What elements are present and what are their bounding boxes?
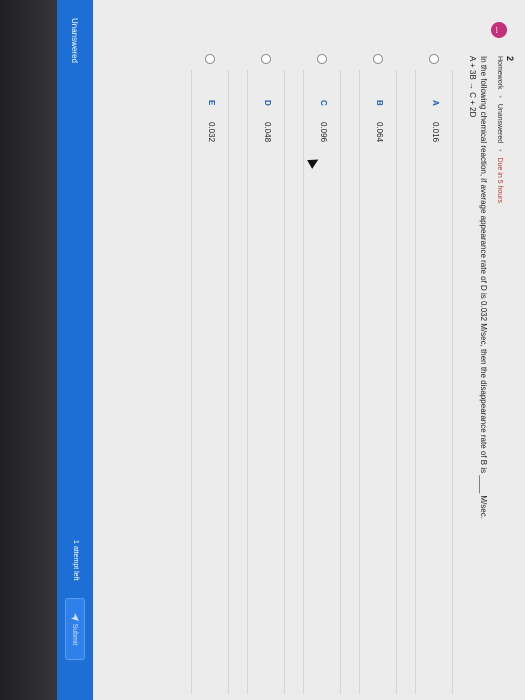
attempts-left: 1 attempt left (72, 540, 79, 581)
category-label: Homework (496, 56, 503, 90)
send-icon (71, 612, 79, 621)
option-letter: E (207, 100, 216, 106)
option-value: 0.096 (319, 122, 328, 143)
footer-status: Unanswered (70, 18, 79, 63)
radio-button[interactable] (261, 54, 271, 64)
reaction-equation: A + 3B → C + 2D (468, 56, 477, 118)
avatar-label: ... (494, 26, 504, 34)
footer-bar: Unanswered 1 attempt left Submit (57, 0, 93, 700)
due-label: Due in 5 hours (496, 157, 503, 204)
option-letter: C (319, 100, 328, 106)
radio-button[interactable] (373, 54, 383, 64)
question-number: 2 (505, 56, 515, 62)
option-e[interactable]: E 0.032 (191, 0, 229, 700)
option-c[interactable]: C 0.096 (303, 0, 341, 700)
question-text: In the following chemical reaction, if a… (479, 56, 488, 519)
option-value: 0.032 (207, 122, 216, 143)
screen: ... 2 Homework • Unanswered • Due in 5 h… (0, 0, 525, 700)
option-box[interactable] (247, 70, 285, 694)
status-label: Unanswered (496, 103, 503, 144)
bezel-edge (0, 0, 57, 700)
option-b[interactable]: B 0.064 (359, 0, 397, 700)
meta-separator: • (496, 95, 503, 98)
option-value: 0.016 (431, 122, 440, 143)
option-d[interactable]: D 0.048 (247, 0, 285, 700)
submit-button[interactable]: Submit (65, 598, 85, 660)
option-letter: A (431, 100, 440, 106)
option-value: 0.048 (263, 122, 272, 143)
question-page: ... 2 Homework • Unanswered • Due in 5 h… (57, 0, 525, 700)
radio-button[interactable] (205, 54, 215, 64)
question-meta: Homework • Unanswered • Due in 5 hours (496, 56, 503, 203)
option-box[interactable] (191, 70, 229, 694)
radio-button[interactable] (317, 54, 327, 64)
option-letter: D (263, 100, 272, 106)
option-letter: B (375, 100, 384, 106)
option-a[interactable]: A 0.016 (415, 0, 453, 700)
radio-button[interactable] (429, 54, 439, 64)
option-value: 0.064 (375, 122, 384, 143)
option-box[interactable] (415, 70, 453, 694)
avatar[interactable]: ... (491, 22, 507, 38)
question-header: ... 2 Homework • Unanswered • Due in 5 h… (457, 0, 517, 700)
meta-separator: • (496, 149, 503, 152)
submit-label: Submit (71, 623, 79, 646)
option-box[interactable] (359, 70, 397, 694)
answer-options: A 0.016 B 0.064 C 0.096 D 0.048 E 0.032 (173, 0, 453, 700)
question-text-block: In the following chemical reaction, if a… (467, 56, 489, 676)
